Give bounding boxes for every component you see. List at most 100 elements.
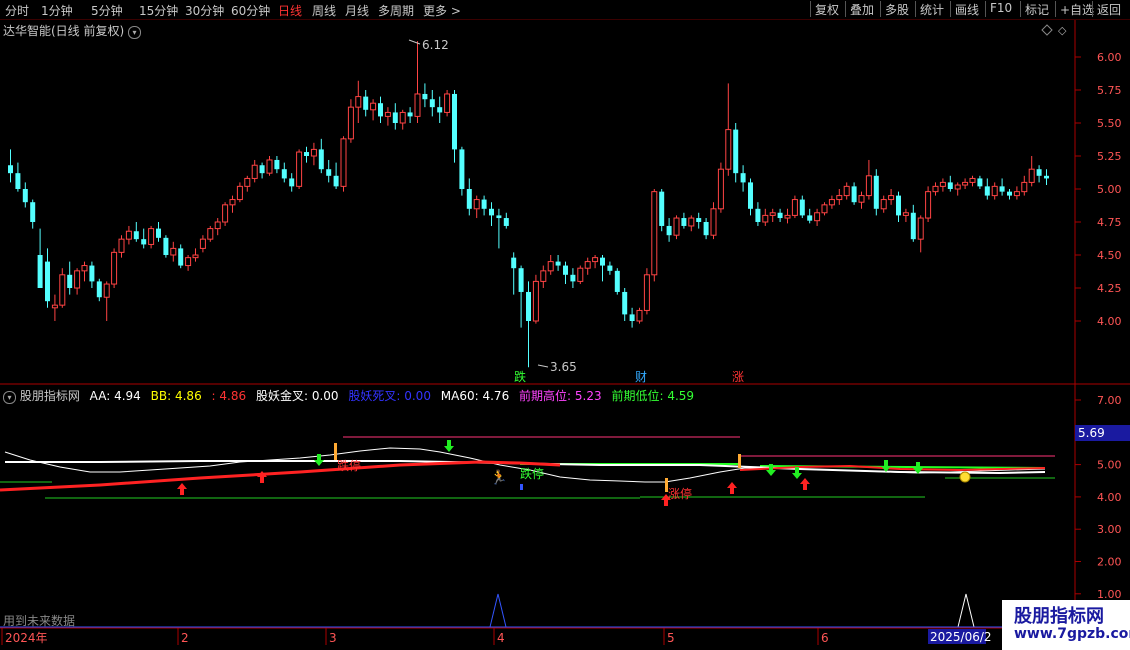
up-arrow-icon [177,483,187,495]
indicator-tick-label: 2.00 [1097,556,1122,569]
price-tick-label: 5.50 [1097,117,1122,130]
candle-body [148,228,155,245]
candle-body [518,268,524,292]
candle-body [762,214,769,223]
down-arrow-icon [881,460,891,472]
chevron-down-icon[interactable]: ▾ [3,391,16,404]
indicator-tick-label: 7.00 [1097,394,1122,407]
indicator-name[interactable]: 股朋指标网 [20,389,80,403]
date-label-apr: 4 [497,631,505,645]
indicator-tick-label: 3.00 [1097,523,1122,536]
candle-body [592,257,599,263]
candle-body [399,111,406,124]
candlestick-series [8,41,1049,368]
candle-body [318,149,324,170]
candle-body [902,212,909,216]
legend-ma60: MA60: 4.76 [440,389,510,403]
candle-body [748,182,753,209]
chevron-down-icon[interactable]: ▾ [128,26,142,39]
candle-body [673,217,680,236]
candle-body [370,102,377,111]
candle-body [214,221,221,230]
candle-body [185,257,192,267]
candle-body [489,208,494,216]
candle-body [917,217,924,240]
marker-finance[interactable]: 财 [635,370,647,384]
candle-body [422,93,428,100]
diamond-icon[interactable] [1041,24,1053,36]
candle-body [1013,191,1020,197]
candle-body [466,189,472,209]
candle-body [125,230,132,240]
candle-body [222,204,229,223]
date-label-may: 5 [667,631,675,645]
indicator-tick-label: 5.00 [1097,459,1122,472]
main-panel-title: 达华智能(日线 前复权) ▾ [3,22,142,39]
candle-body [333,175,339,187]
legend-death-cross: 股妖死叉: 0.00 [348,389,431,403]
candle-body [192,254,199,259]
up-arrow-icon [800,478,810,490]
future-data-label: 用到未来数据 [3,614,76,628]
candle-body [67,274,73,288]
candle-body [577,267,584,282]
candle-body [858,195,865,203]
annotation-limit-up: 涨停 [668,486,692,501]
current-date-label: 2025/06/2 [930,630,992,644]
marker-rise[interactable]: 涨 [732,369,744,384]
candle-body [103,283,110,298]
candle-body [340,138,347,187]
candle-body [821,204,828,214]
candle-body [407,112,413,117]
candle-body [1007,191,1012,196]
candle-body [304,152,309,156]
candle-body [636,309,643,322]
price-axis: 6.00 5.75 5.50 5.25 5.00 4.75 4.50 4.25 4.00 [1075,51,1122,328]
candle-body [363,96,369,110]
candle-body [710,208,717,236]
expand-icon[interactable]: ◇ [1058,24,1067,37]
candle-body [969,177,976,183]
candle-body [89,265,95,282]
candle-body [740,173,746,183]
annotation-limit-down-1: 跌停 [337,458,361,473]
candle-body [289,178,295,187]
candle-body [939,181,946,187]
candle-body [851,186,857,203]
candle-body [111,251,118,285]
candle-body [555,261,561,266]
candle-body [15,173,21,189]
candle-body [437,107,443,113]
price-tick-label: 4.50 [1097,249,1122,262]
candle-body [629,314,635,321]
candle-body [30,202,36,222]
legend-bb: BB: 4.86 [150,389,202,403]
candle-body [666,225,672,236]
future-triangle-1 [489,593,507,628]
candle-body [170,247,177,256]
candle-body [563,265,568,275]
candle-body [954,184,961,190]
candle-body [503,218,509,226]
candle-body [74,270,81,289]
candle-body [274,159,280,170]
candle-body [266,159,273,174]
watermark-url: www.7gpzb.com [1014,626,1130,642]
candle-body [37,255,43,288]
chart-canvas[interactable]: 6.00 5.75 5.50 5.25 5.00 4.75 4.50 4.25 4.00 6.1… [0,0,1130,650]
date-label-jun: 6 [821,631,829,645]
candle-body [703,222,709,236]
candle-body [532,280,539,322]
candle-body [880,199,887,210]
annotation-limit-down-2: 跌停 [520,466,544,481]
candle-body [452,93,457,150]
candle-body [865,175,872,197]
indicator-tick-label: 1.00 [1097,588,1122,601]
candle-body [570,274,576,282]
candle-body [156,228,161,238]
price-tick-label: 5.00 [1097,183,1122,196]
candle-body [888,195,895,201]
candle-body [8,165,13,174]
candle-body [133,231,139,240]
marker-fall[interactable]: 跌 [514,369,526,384]
